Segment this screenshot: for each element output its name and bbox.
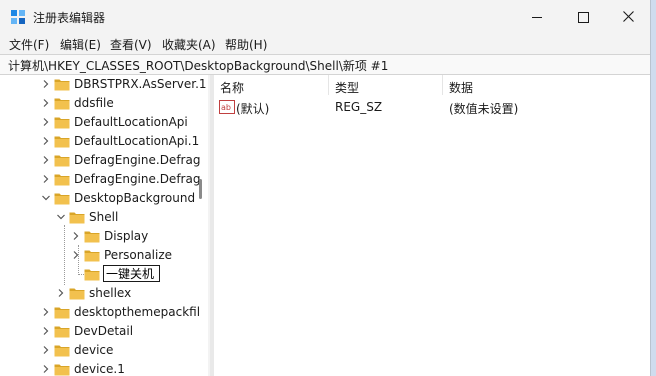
tree-item-label: DefaultLocationApi bbox=[74, 115, 188, 129]
value-name: (默认) bbox=[236, 102, 270, 116]
chevron-right-icon[interactable] bbox=[70, 249, 82, 261]
menu-file[interactable]: 文件(F) bbox=[9, 36, 49, 53]
tree-item[interactable]: device.1 bbox=[0, 360, 200, 376]
chevron-down-icon[interactable] bbox=[40, 192, 52, 204]
window-title: 注册表编辑器 bbox=[33, 11, 106, 25]
folder-icon bbox=[54, 345, 70, 357]
tree-item[interactable]: DefragEngine.Defrag bbox=[0, 170, 200, 189]
folder-icon bbox=[54, 193, 70, 205]
folder-icon bbox=[54, 98, 70, 110]
tree-item-label: desktopthemepackfil bbox=[74, 305, 201, 319]
registry-app-icon bbox=[11, 10, 25, 24]
tree-item-label: device.1 bbox=[74, 362, 125, 376]
chevron-right-icon[interactable] bbox=[55, 287, 67, 299]
minimize-icon bbox=[532, 17, 542, 18]
tree-scrollbar-thumb[interactable] bbox=[199, 179, 202, 199]
tree-item[interactable]: desktopthemepackfil bbox=[0, 303, 200, 322]
chevron-right-icon[interactable] bbox=[40, 306, 52, 318]
tree-item[interactable]: DesktopBackground bbox=[0, 189, 200, 208]
close-icon bbox=[623, 11, 634, 22]
tree-item-label: DevDetail bbox=[74, 324, 134, 338]
chevron-right-icon[interactable] bbox=[40, 97, 52, 109]
column-separator[interactable] bbox=[328, 75, 329, 95]
chevron-right-icon[interactable] bbox=[40, 325, 52, 337]
tree-item[interactable] bbox=[0, 265, 200, 284]
string-value-icon: ab bbox=[219, 100, 235, 114]
column-header-data[interactable]: 数据 bbox=[449, 79, 473, 96]
folder-icon bbox=[54, 117, 70, 129]
tree-item-label: Personalize bbox=[104, 248, 173, 262]
chevron-right-icon[interactable] bbox=[70, 230, 82, 242]
tree-item[interactable]: Personalize bbox=[0, 246, 200, 265]
chevron-right-icon[interactable] bbox=[40, 78, 52, 90]
chevron-down-icon[interactable] bbox=[55, 211, 67, 223]
menu-help[interactable]: 帮助(H) bbox=[225, 36, 267, 53]
folder-icon bbox=[69, 288, 85, 300]
rename-key-input[interactable] bbox=[103, 265, 160, 282]
menu-edit[interactable]: 编辑(E) bbox=[60, 36, 101, 53]
svg-text:ab: ab bbox=[221, 103, 231, 112]
tree-item-label: DefaultLocationApi.1 bbox=[74, 134, 200, 148]
tree-item[interactable]: Shell bbox=[0, 208, 200, 227]
tree-item[interactable]: Display bbox=[0, 227, 200, 246]
address-path[interactable]: 计算机\HKEY_CLASSES_ROOT\DesktopBackground\… bbox=[8, 57, 388, 74]
registry-editor-window: 注册表编辑器 文件(F) 编辑(E) 查看(V) 收藏夹(A) 帮助(H) 计算… bbox=[0, 0, 651, 376]
folder-icon bbox=[54, 155, 70, 167]
menu-favorites[interactable]: 收藏夹(A) bbox=[162, 36, 216, 53]
address-bar[interactable]: 计算机\HKEY_CLASSES_ROOT\DesktopBackground\… bbox=[0, 54, 650, 75]
tree-item[interactable]: DefragEngine.Defrag bbox=[0, 151, 200, 170]
tree-item-label: DefragEngine.Defrag bbox=[74, 153, 201, 167]
tree-item-label: ddsfile bbox=[74, 96, 114, 110]
folder-icon bbox=[54, 136, 70, 148]
folder-icon bbox=[54, 326, 70, 338]
values-list-pane[interactable]: 名称 类型 数据 ab (默认) REG_SZ (数值未设置) bbox=[214, 75, 650, 376]
value-row-default[interactable]: ab (默认) REG_SZ (数值未设置) bbox=[214, 98, 650, 117]
chevron-right-icon[interactable] bbox=[40, 154, 52, 166]
tree-item-label: DefragEngine.Defrag bbox=[74, 172, 201, 186]
tree-item[interactable]: DefaultLocationApi bbox=[0, 113, 200, 132]
folder-icon bbox=[54, 364, 70, 376]
tree-item[interactable]: ddsfile bbox=[0, 94, 200, 113]
menu-view[interactable]: 查看(V) bbox=[110, 36, 152, 53]
tree-item[interactable]: DefaultLocationApi.1 bbox=[0, 132, 200, 151]
column-header-name[interactable]: 名称 bbox=[220, 79, 244, 96]
tree-item[interactable]: DBRSTPRX.AsServer.1 bbox=[0, 75, 207, 94]
menu-bar: 文件(F) 编辑(E) 查看(V) 收藏夹(A) 帮助(H) bbox=[0, 34, 650, 54]
tree-item-label: DBRSTPRX.AsServer.1 bbox=[74, 77, 207, 91]
tree-item[interactable]: DevDetail bbox=[0, 322, 200, 341]
chevron-right-icon[interactable] bbox=[40, 344, 52, 356]
close-button[interactable] bbox=[606, 0, 650, 34]
folder-icon bbox=[84, 231, 100, 243]
key-tree-pane[interactable]: DBRSTPRX.AsServer.1 ddsfile DefaultLocatio… bbox=[0, 75, 208, 376]
maximize-icon bbox=[578, 12, 589, 23]
value-type: REG_SZ bbox=[335, 100, 383, 114]
chevron-right-icon[interactable] bbox=[40, 116, 52, 128]
folder-icon bbox=[54, 174, 70, 186]
folder-icon bbox=[84, 269, 100, 281]
minimize-button[interactable] bbox=[514, 0, 560, 34]
tree-item[interactable]: device bbox=[0, 341, 200, 360]
tree-item[interactable]: shellex bbox=[0, 284, 200, 303]
folder-icon bbox=[54, 79, 70, 91]
tree-item-label: shellex bbox=[89, 286, 132, 300]
chevron-right-icon[interactable] bbox=[40, 173, 52, 185]
value-data: (数值未设置) bbox=[449, 102, 519, 116]
tree-item-label: Display bbox=[104, 229, 149, 243]
chevron-right-icon[interactable] bbox=[40, 135, 52, 147]
tree-item-label: DesktopBackground bbox=[74, 191, 196, 205]
folder-icon bbox=[54, 307, 70, 319]
column-header-type[interactable]: 类型 bbox=[335, 79, 359, 96]
column-separator[interactable] bbox=[442, 75, 443, 95]
tree-item-label: Shell bbox=[89, 210, 119, 224]
chevron-right-icon[interactable] bbox=[40, 363, 52, 375]
folder-icon bbox=[84, 250, 100, 262]
title-bar: 注册表编辑器 bbox=[0, 0, 650, 34]
folder-icon bbox=[69, 212, 85, 224]
tree-item-label: device bbox=[74, 343, 114, 357]
maximize-button[interactable] bbox=[560, 0, 606, 34]
